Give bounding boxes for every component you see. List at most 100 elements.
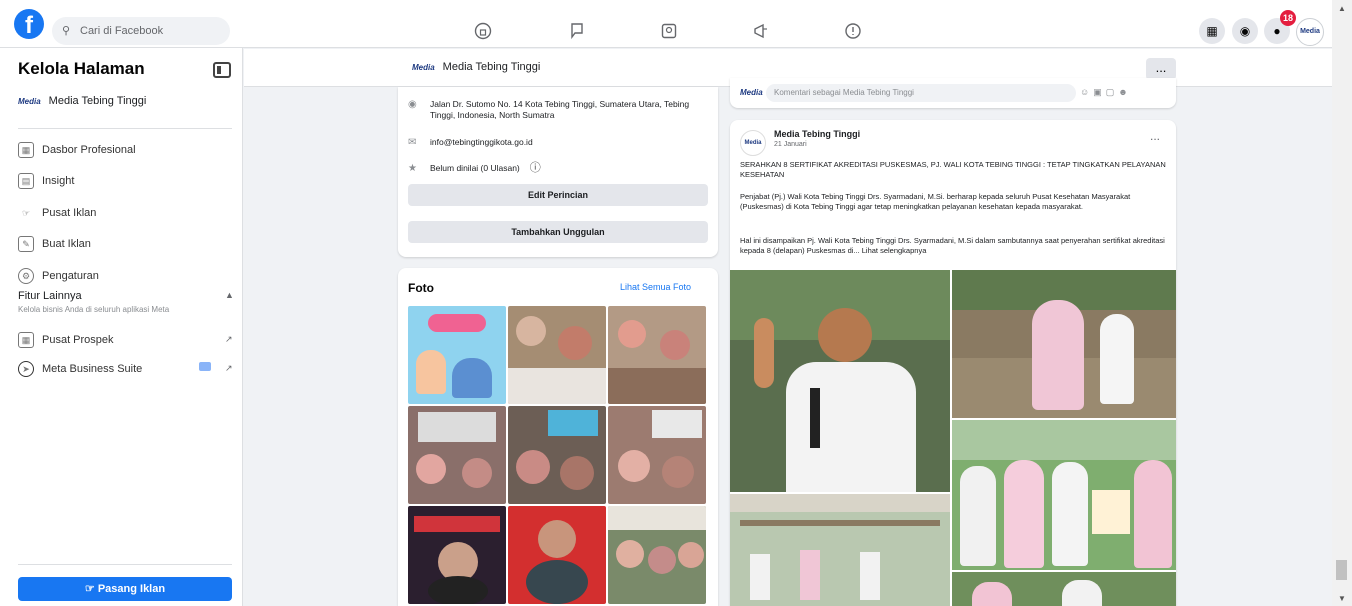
post-photo[interactable] [952, 420, 1176, 570]
leads-icon: ▦ [18, 332, 34, 348]
photo-thumbnail[interactable] [608, 306, 706, 404]
page-scrollbar[interactable]: ▲ ▼ [1332, 0, 1352, 606]
comment-composer: Media Komentari sebagai Media Tebing Tin… [730, 78, 1176, 108]
more-features-subtitle: Kelola bisnis Anda di seluruh aplikasi M… [18, 305, 170, 314]
info-icon[interactable]: ⓘ [530, 163, 541, 174]
intro-card: ◉ Jalan Dr. Sutomo No. 14 Kota Tebing Ti… [398, 87, 718, 257]
post-photo[interactable] [952, 270, 1176, 418]
megaphone-icon: ☞ [84, 583, 98, 595]
sidebar-item-label: Insight [42, 175, 75, 187]
rating-row: ★ Belum dinilai (0 Ulasan) ⓘ [408, 163, 541, 175]
photos-card: Foto Lihat Semua Foto [398, 268, 718, 606]
gear-icon: ⚙ [18, 268, 34, 284]
see-all-photos-link[interactable]: Lihat Semua Foto [620, 282, 691, 292]
messenger-icon[interactable]: ◉ [1232, 18, 1258, 44]
insight-icon: ▤ [18, 173, 34, 189]
megaphone-icon: ☞ [21, 207, 31, 218]
add-featured-button[interactable]: Tambahkan Unggulan [408, 221, 708, 243]
sidebar-item-insight[interactable]: ▤ Insight [18, 171, 74, 191]
edit-details-button[interactable]: Edit Perincian [408, 184, 708, 206]
photo-thumbnail[interactable] [608, 506, 706, 604]
sidebar-item-label: Pusat Prospek [42, 334, 114, 346]
comment-input[interactable]: Komentari sebagai Media Tebing Tinggi [766, 84, 1076, 102]
more-features-heading[interactable]: Fitur Lainnya [18, 290, 82, 302]
pencil-icon: ✎ [18, 236, 34, 252]
post-card: Media Media Tebing Tinggi 21 Januari ...… [730, 120, 1176, 606]
search-placeholder: Cari di Facebook [80, 25, 164, 37]
post-date[interactable]: 21 Januari [774, 141, 807, 148]
more-options-button[interactable]: ... [1146, 58, 1176, 80]
photo-thumbnail[interactable] [508, 306, 606, 404]
post-paragraph: Hal ini disampaikan Pj. Wali Kota Tebing… [740, 236, 1165, 255]
search-icon: ⚲ [62, 25, 71, 37]
sidebar-item-label: Pengaturan [42, 270, 99, 282]
page-header-title[interactable]: Media Media Tebing Tinggi [412, 61, 540, 73]
meta-business-suite-icon: ➤ [18, 361, 34, 377]
photos-title: Foto [408, 281, 434, 295]
sidebar-item-dashboard[interactable]: ▦ Dasbor Profesional [18, 140, 136, 160]
photo-thumbnail[interactable] [508, 506, 606, 604]
sidebar-divider [18, 128, 232, 129]
megaphone-icon[interactable] [750, 21, 772, 41]
collapse-sidebar-icon[interactable] [213, 62, 231, 78]
external-link-icon: ↗ [225, 334, 233, 344]
flag-icon[interactable] [566, 21, 588, 41]
promote-button-label: Pasang Iklan [97, 583, 166, 595]
email-row[interactable]: ✉ info@tebingtinggikota.go.id [408, 137, 533, 148]
dashboard-icon: ▦ [18, 142, 34, 158]
photo-thumbnail[interactable] [408, 306, 506, 404]
new-badge [199, 362, 211, 371]
home-icon[interactable] [472, 21, 494, 41]
address-row: ◉ Jalan Dr. Sutomo No. 14 Kota Tebing Ti… [408, 99, 710, 121]
scrollbar-thumb[interactable] [1336, 560, 1347, 580]
post-more-options-icon[interactable]: ... [1150, 129, 1160, 143]
post-headline: SERAHKAN 8 SERTIFIKAT AKREDITASI PUSKESM… [740, 160, 1166, 179]
post-photo[interactable] [730, 494, 950, 606]
post-author-name[interactable]: Media Tebing Tinggi [774, 129, 860, 139]
post-photo[interactable] [952, 572, 1176, 606]
commenter-avatar: Media [740, 88, 763, 97]
scroll-down-arrow-icon[interactable]: ▼ [1338, 594, 1346, 603]
photo-thumbnail[interactable] [508, 406, 606, 504]
post-author-avatar[interactable]: Media [740, 130, 766, 156]
sidebar-item-label: Meta Business Suite [42, 363, 143, 375]
sidebar-item-label: Pusat Iklan [42, 207, 97, 219]
notifications-nav-icon[interactable] [842, 21, 864, 41]
photo-thumbnail[interactable] [408, 506, 506, 604]
email-text: info@tebingtinggikota.go.id [430, 137, 533, 147]
promote-button[interactable]: ☞ Pasang Iklan [18, 577, 232, 601]
post-photo[interactable] [730, 270, 950, 492]
rating-text: Belum dinilai (0 Ulasan) [430, 163, 520, 173]
address-text: Jalan Dr. Sutomo No. 14 Kota Tebing Ting… [430, 99, 690, 120]
media-icon[interactable] [658, 21, 680, 41]
notification-badge: 18 [1280, 10, 1296, 26]
photo-thumbnail[interactable] [408, 406, 506, 504]
external-link-icon: ↗ [225, 363, 233, 373]
sidebar-divider [18, 564, 232, 565]
page-logo: Media [412, 62, 435, 72]
email-icon: ✉ [408, 137, 417, 148]
sidebar-item-ad-center[interactable]: ☞ Pusat Iklan [18, 203, 96, 223]
sidebar-item-create-ad[interactable]: ✎ Buat Iklan [18, 234, 91, 254]
scroll-up-arrow-icon[interactable]: ▲ [1338, 4, 1346, 13]
sidebar-title: Kelola Halaman [18, 59, 145, 78]
post-paragraph: Penjabat (Pj.) Wali Kota Tebing Tinggi D… [740, 192, 1131, 211]
chevron-up-icon[interactable]: ▲ [225, 290, 234, 300]
sidebar-item-meta-business-suite[interactable]: ➤ Meta Business Suite [18, 359, 142, 379]
photo-thumbnail[interactable] [608, 406, 706, 504]
profile-avatar[interactable]: Media [1296, 18, 1324, 46]
menu-grid-icon[interactable]: ▦ [1199, 18, 1225, 44]
page-logo: Media [18, 96, 41, 106]
sidebar-item-label: Dasbor Profesional [42, 144, 136, 156]
page-header-name: Media Tebing Tinggi [442, 61, 541, 73]
sidebar-page-switcher[interactable]: Media Media Tebing Tinggi [18, 95, 146, 107]
search-input[interactable]: ⚲ Cari di Facebook [52, 17, 230, 45]
sidebar-item-settings[interactable]: ⚙ Pengaturan [18, 266, 99, 286]
manage-page-sidebar: Kelola Halaman Media Media Tebing Tinggi… [0, 48, 243, 606]
sidebar-page-name: Media Tebing Tinggi [48, 95, 147, 107]
comment-emoji-icons[interactable]: ☺▣▢☻ [1080, 87, 1132, 98]
location-pin-icon: ◉ [408, 99, 417, 110]
top-navigation-bar: f ⚲ Cari di Facebook ▦ ◉ ● 18 Media [0, 0, 1332, 48]
sidebar-item-leads-center[interactable]: ▦ Pusat Prospek [18, 330, 114, 350]
facebook-logo[interactable]: f [14, 9, 44, 39]
